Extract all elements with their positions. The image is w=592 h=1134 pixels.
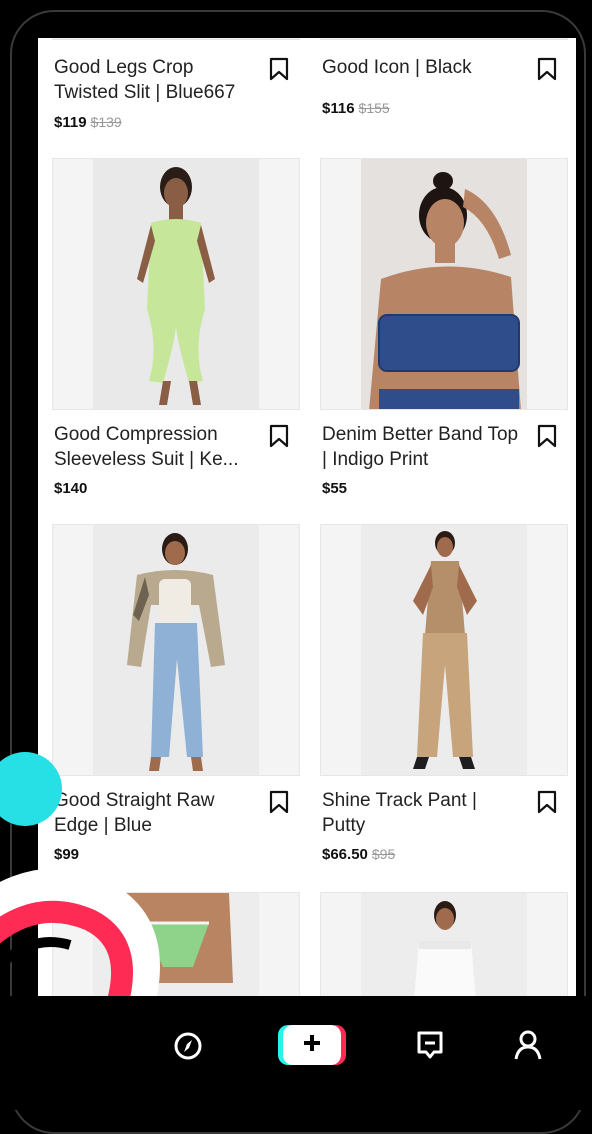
product-card[interactable]: Good Legs Crop Twisted Slit | Blue667 $1… [52,38,300,148]
bookmark-icon[interactable] [536,790,558,814]
bookmark-icon[interactable] [268,57,290,81]
product-card[interactable]: Denim Better Band Top | Indigo Print $55 [320,158,568,498]
product-price: $66.50 [322,846,368,863]
product-name[interactable]: Good Straight Raw Edge | Blue [54,788,254,838]
product-price: $55 [322,480,348,497]
product-image[interactable] [320,38,568,40]
product-image[interactable] [52,38,300,40]
product-image[interactable] [320,892,568,996]
product-price: $116 [322,100,355,117]
product-image[interactable] [52,524,300,776]
bookmark-icon[interactable] [268,424,290,448]
product-old-price: $139 [90,114,122,130]
profile-icon[interactable] [512,1028,544,1067]
product-image[interactable] [320,524,568,776]
bookmark-icon[interactable] [536,424,558,448]
model-photo [93,525,259,775]
product-image[interactable] [320,158,568,410]
product-price-row: $119 $139 [54,114,122,131]
model-photo [361,159,527,409]
create-button[interactable] [283,1025,341,1065]
bookmark-icon[interactable] [536,57,558,81]
product-name[interactable]: Denim Better Band Top | Indigo Print [322,422,522,472]
product-price-row: $55 [322,480,347,497]
inbox-icon[interactable] [414,1028,446,1067]
product-name[interactable]: Good Compression Sleeveless Suit | Ke... [54,422,254,472]
product-name[interactable]: Good Icon | Black [322,55,522,80]
product-price: $119 [54,114,87,131]
product-old-price: $95 [371,846,396,862]
product-card[interactable]: Good Compression Sleeveless Suit | Ke...… [52,158,300,498]
product-price-row: $140 [54,480,87,497]
bookmark-icon[interactable] [268,790,290,814]
product-price-row: $116 $155 [322,100,390,117]
compass-icon[interactable] [172,1030,204,1067]
product-price: $140 [54,480,88,497]
model-photo [361,525,527,775]
product-name[interactable]: Shine Track Pant | Putty [322,788,522,838]
product-name[interactable]: Good Legs Crop Twisted Slit | Blue667 [54,55,254,105]
product-old-price: $155 [358,100,390,116]
product-card[interactable] [320,892,568,996]
model-photo [93,159,259,409]
product-price-row: $66.50 $95 [322,846,395,863]
product-card[interactable]: Good Straight Raw Edge | Blue $99 [52,524,300,864]
plus-icon [302,1033,322,1058]
product-image[interactable] [52,158,300,410]
product-card[interactable]: Good Icon | Black $116 $155 [320,38,568,148]
product-card[interactable]: Shine Track Pant | Putty $66.50 $95 [320,524,568,864]
model-photo [361,893,527,996]
